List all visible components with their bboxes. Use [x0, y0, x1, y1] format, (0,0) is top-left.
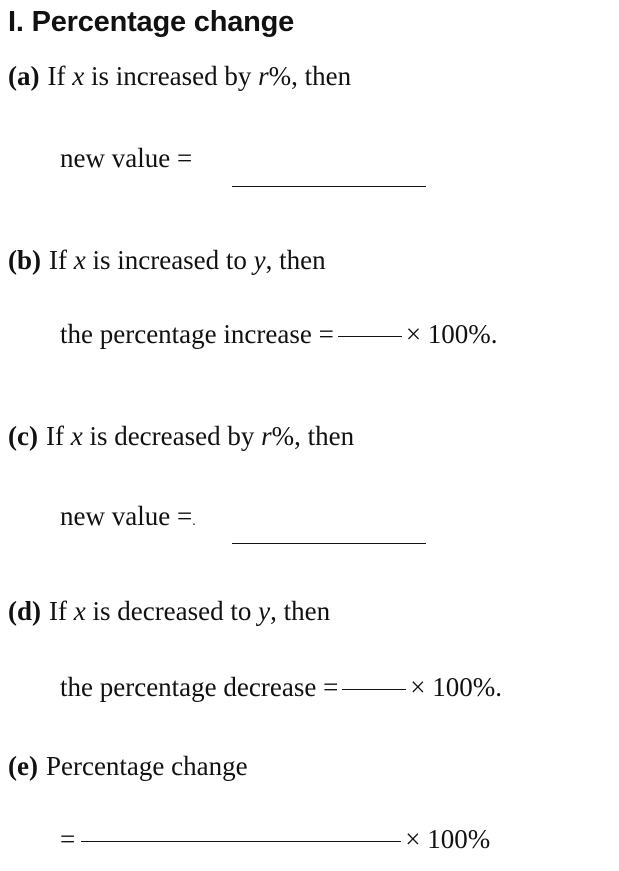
item-c-subline: new value =.: [60, 503, 196, 530]
item-d-subline: the percentage decrease = × 100%.: [60, 674, 502, 701]
item-c-sub: new value =: [60, 501, 193, 531]
item-d-sub: the percentage decrease =: [60, 672, 339, 702]
item-c-if: If: [45, 421, 64, 451]
item-c-suffix: %, then: [271, 421, 355, 451]
item-e-text: Percentage change: [45, 751, 248, 781]
item-b-text: is increased to: [92, 245, 247, 275]
item-a-suffix: %, then: [268, 61, 352, 91]
item-a-heading: (a) If x is increased by r%, then: [8, 63, 351, 90]
item-c-label: (c): [8, 421, 38, 451]
item-d-suffix: , then: [270, 596, 331, 626]
item-d-fraction-blank[interactable]: [342, 689, 407, 691]
item-d-times: × 100%.: [410, 672, 503, 702]
item-a-label: (a): [8, 61, 40, 91]
item-b-label: (b): [8, 245, 41, 275]
item-e-sub: =: [60, 824, 76, 854]
item-b-sub: the percentage increase =: [60, 319, 334, 349]
section-title: I. Percentage change: [8, 6, 295, 38]
item-d-if: If: [49, 596, 67, 626]
item-b-subline: the percentage increase = × 100%.: [60, 321, 498, 348]
item-b-var-x: x: [73, 245, 86, 275]
item-a-var-x: x: [72, 61, 85, 91]
item-e-subline: = × 100%: [60, 826, 490, 853]
item-d-var-x: x: [73, 596, 86, 626]
item-a-answer-blank[interactable]: [232, 186, 426, 187]
item-c-dot: .: [192, 514, 196, 529]
item-a-if: If: [47, 61, 66, 91]
item-e-fraction-blank[interactable]: [81, 841, 402, 843]
item-c-text: is decreased by: [89, 421, 255, 451]
item-a-var-r: r: [258, 61, 269, 91]
item-b-heading: (b) If x is increased to y, then: [8, 247, 326, 274]
item-d-heading: (d) If x is decreased to y, then: [8, 598, 330, 625]
item-b-if: If: [49, 245, 67, 275]
item-e-times: × 100%: [405, 824, 491, 854]
item-c-heading: (c) If x is decreased by r%, then: [8, 423, 354, 450]
item-a-subline: new value =: [60, 145, 192, 172]
item-c-var-x: x: [70, 421, 83, 451]
item-b-fraction-blank[interactable]: [337, 336, 402, 338]
item-a-text: is increased by: [90, 61, 252, 91]
item-b-times: × 100%.: [405, 319, 498, 349]
item-c-answer-blank[interactable]: [232, 543, 426, 544]
item-b-suffix: , then: [265, 245, 326, 275]
item-e-heading: (e) Percentage change: [8, 753, 248, 780]
item-c-var-r: r: [261, 421, 272, 451]
item-d-text: is decreased to: [92, 596, 252, 626]
item-b-var-y: y: [253, 245, 266, 275]
item-d-label: (d): [8, 596, 41, 626]
item-e-label: (e): [8, 751, 38, 781]
item-a-sub: new value =: [60, 143, 193, 173]
item-d-var-y: y: [258, 596, 271, 626]
